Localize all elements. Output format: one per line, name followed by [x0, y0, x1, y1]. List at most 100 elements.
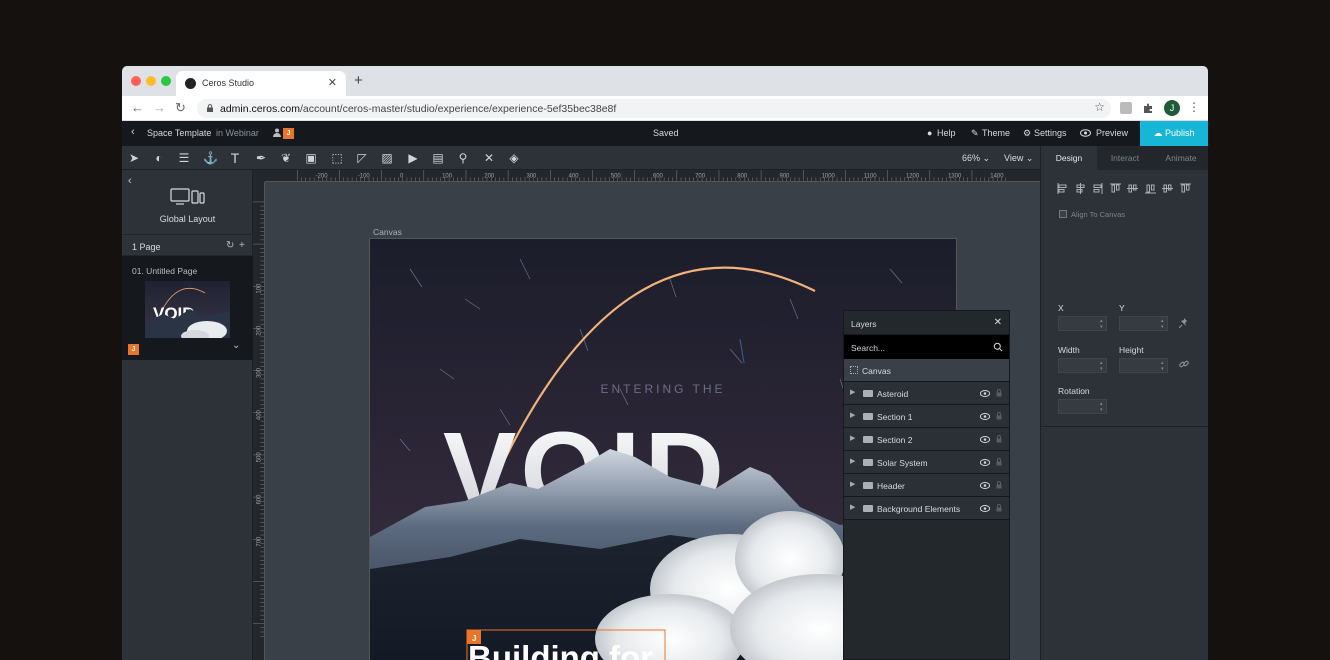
- expand-arrow-icon[interactable]: ▶: [850, 411, 855, 419]
- expand-arrow-icon[interactable]: ▶: [850, 388, 855, 396]
- image-tool-icon[interactable]: ▨: [380, 151, 394, 165]
- puzzle-extensions-icon[interactable]: [1142, 102, 1154, 114]
- eye-icon[interactable]: [980, 505, 990, 512]
- view-dropdown[interactable]: View ⌄: [1004, 153, 1033, 164]
- y-input[interactable]: [1119, 316, 1168, 331]
- window-close-button[interactable]: [131, 76, 141, 86]
- add-page-icon[interactable]: +: [239, 240, 245, 251]
- close-icon[interactable]: ✕: [994, 317, 1002, 328]
- gear-icon[interactable]: ⚙: [1023, 128, 1031, 139]
- project-name[interactable]: Space Template: [147, 128, 211, 138]
- tab-interact[interactable]: Interact: [1097, 146, 1153, 170]
- line-tool-icon[interactable]: ☰: [177, 151, 191, 165]
- layer-item[interactable]: ▶ Section 1: [844, 405, 1009, 428]
- anchor-tool-icon[interactable]: ⚓: [203, 151, 218, 165]
- tab-animate[interactable]: Animate: [1153, 146, 1208, 170]
- select-tool-icon[interactable]: ➤: [127, 151, 141, 165]
- expand-arrow-icon[interactable]: ▶: [850, 457, 855, 465]
- pin-icon[interactable]: [1179, 318, 1189, 328]
- eye-icon[interactable]: [980, 390, 990, 397]
- new-tab-button[interactable]: +: [354, 72, 363, 89]
- help-icon[interactable]: ●: [927, 128, 932, 138]
- back-chevron-icon[interactable]: ‹: [128, 175, 132, 187]
- chevron-down-icon[interactable]: ⌄: [232, 340, 240, 351]
- help-button[interactable]: Help: [937, 128, 956, 138]
- text-tool-icon[interactable]: T: [228, 151, 242, 165]
- layers-search-input[interactable]: Search...: [844, 335, 1009, 359]
- devices-icon[interactable]: [170, 188, 206, 206]
- lock-icon[interactable]: [996, 458, 1002, 466]
- reload-icon[interactable]: ↻: [175, 100, 186, 116]
- align-to-canvas-checkbox[interactable]: [1059, 210, 1067, 218]
- tab-design[interactable]: Design: [1041, 146, 1097, 170]
- svg-tool-icon[interactable]: ▤: [431, 151, 445, 165]
- layer-item[interactable]: ▶ Asteroid: [844, 382, 1009, 405]
- expand-arrow-icon[interactable]: ▶: [850, 480, 855, 488]
- layer-item[interactable]: ▶ Header: [844, 474, 1009, 497]
- browser-menu-icon[interactable]: ⋮: [1188, 100, 1200, 114]
- expand-arrow-icon[interactable]: ▶: [850, 503, 855, 511]
- page-item[interactable]: 01. Untitled Page VOID J ⌄: [122, 256, 253, 360]
- hotspot-tool-icon[interactable]: ⬚: [330, 151, 344, 165]
- window-minimize-button[interactable]: [146, 76, 156, 86]
- project-folder[interactable]: in Webinar: [216, 128, 259, 138]
- zoom-dropdown[interactable]: 66% ⌄: [962, 153, 990, 164]
- shape-tool-icon[interactable]: ◐: [152, 151, 166, 165]
- rotation-input[interactable]: [1058, 399, 1107, 414]
- lock-icon[interactable]: [996, 389, 1002, 397]
- pencil-icon[interactable]: ✎: [971, 128, 979, 139]
- refresh-icon[interactable]: ↻: [226, 240, 234, 251]
- canvas-bottom-text[interactable]: Building for: [468, 639, 653, 660]
- bookmark-star-icon[interactable]: ☆: [1094, 100, 1105, 114]
- eye-icon[interactable]: [980, 436, 990, 443]
- align-bottom-icon[interactable]: [1144, 183, 1156, 194]
- url-field[interactable]: admin.ceros.com/account/ceros-master/stu…: [197, 99, 1111, 118]
- align-middle-v-icon[interactable]: [1127, 183, 1138, 194]
- layer-item[interactable]: ▶ Background Elements: [844, 497, 1009, 520]
- distribute-h-icon[interactable]: [1162, 183, 1173, 194]
- eye-icon[interactable]: [980, 482, 990, 489]
- tab-close-icon[interactable]: ✕: [328, 76, 337, 89]
- draw-tool-icon[interactable]: ◸: [355, 151, 369, 165]
- page-thumbnail[interactable]: VOID: [145, 281, 230, 338]
- browser-tab[interactable]: Ceros Studio ✕: [176, 71, 346, 96]
- publish-button[interactable]: ☁ Publish: [1140, 121, 1208, 146]
- layer-canvas[interactable]: Canvas: [844, 359, 1009, 382]
- embed-tool-icon[interactable]: ▣: [304, 151, 318, 165]
- align-left-icon[interactable]: [1057, 183, 1068, 194]
- align-top-icon[interactable]: [1109, 183, 1121, 194]
- lock-icon[interactable]: [996, 435, 1002, 443]
- settings-button[interactable]: Settings: [1034, 128, 1067, 138]
- eye-icon[interactable]: [1080, 129, 1091, 137]
- forward-arrow-icon[interactable]: →: [153, 100, 166, 115]
- layers-tool-icon[interactable]: ◈: [507, 151, 521, 165]
- lock-icon[interactable]: [996, 412, 1002, 420]
- eye-icon[interactable]: [980, 459, 990, 466]
- lock-icon[interactable]: [996, 504, 1002, 512]
- align-right-icon[interactable]: [1092, 183, 1103, 194]
- profile-avatar[interactable]: J: [1164, 100, 1180, 116]
- layer-item[interactable]: ▶ Solar System: [844, 451, 1009, 474]
- preview-button[interactable]: Preview: [1096, 128, 1128, 138]
- layer-item[interactable]: ▶ Section 2: [844, 428, 1009, 451]
- height-input[interactable]: [1119, 358, 1168, 373]
- expand-arrow-icon[interactable]: ▶: [850, 434, 855, 442]
- align-center-h-icon[interactable]: [1075, 183, 1086, 194]
- distribute-v-icon[interactable]: [1179, 183, 1191, 194]
- icon-tool-icon[interactable]: ❦: [279, 151, 293, 165]
- window-maximize-button[interactable]: [161, 76, 171, 86]
- x-input[interactable]: [1058, 316, 1107, 331]
- video-tool-icon[interactable]: ▶: [406, 151, 420, 165]
- link-icon[interactable]: [1179, 359, 1189, 369]
- collision-tool-icon[interactable]: ✕: [482, 151, 496, 165]
- component-tool-icon[interactable]: ⚲: [456, 151, 470, 165]
- back-arrow-icon[interactable]: ←: [131, 100, 144, 115]
- back-chevron-icon[interactable]: ‹: [131, 126, 135, 138]
- pen-tool-icon[interactable]: ✒: [254, 151, 268, 165]
- eye-icon[interactable]: [980, 413, 990, 420]
- global-layout-label[interactable]: Global Layout: [122, 214, 253, 224]
- extension-icon[interactable]: [1120, 102, 1132, 114]
- lock-icon[interactable]: [996, 481, 1002, 489]
- search-icon[interactable]: [993, 342, 1003, 352]
- theme-button[interactable]: Theme: [982, 128, 1010, 138]
